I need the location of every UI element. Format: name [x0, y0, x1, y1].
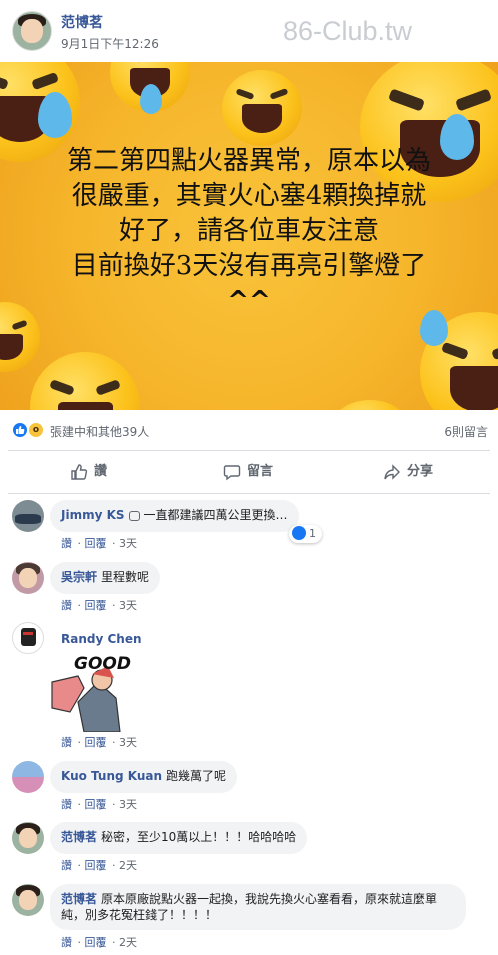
comment-like-link[interactable]: 讚 — [61, 798, 72, 811]
commenter-avatar[interactable] — [12, 884, 44, 916]
comment-bubble: Kuo Tung Kuan 跑幾萬了呢 — [50, 761, 238, 793]
tear-icon — [38, 92, 72, 138]
post-timestamp[interactable]: 9月1日下午12:26 — [61, 35, 159, 52]
comment-meta: 讚 · 回覆 · 3天 — [61, 736, 137, 749]
like-icon — [292, 526, 306, 540]
comment-reply-link[interactable]: 回覆 — [85, 936, 107, 949]
banner-line: ^^ — [227, 286, 271, 316]
banner-line: 第二第四點火器異常，原本以為 — [66, 146, 431, 176]
comment-reply-link[interactable]: 回覆 — [85, 599, 107, 612]
comment-button[interactable]: 留言 — [223, 451, 273, 493]
comment-like-link[interactable]: 讚 — [61, 537, 72, 550]
comment-meta: 讚 · 回覆 · 3天 — [61, 798, 137, 811]
commenter-name[interactable]: Randy Chen — [61, 632, 142, 646]
comment-age[interactable]: 2天 — [119, 859, 137, 872]
sticker-text: GOOD — [74, 654, 131, 674]
comment-text: 秘密，至少10萬以上！！！哈哈哈哈 — [101, 830, 297, 844]
commenter-avatar[interactable] — [12, 822, 44, 854]
reaction-count: 1 — [309, 527, 316, 540]
reaction-summary: o 張建中和其他39人 6則留言 — [0, 410, 498, 450]
commenter-name[interactable]: 范博茗 — [61, 830, 97, 844]
comment-meta: 讚 · 回覆 · 2天 — [61, 859, 137, 872]
comment-like-link[interactable]: 讚 — [61, 859, 72, 872]
comment-age[interactable]: 3天 — [119, 798, 137, 811]
share-button-label: 分享 — [407, 464, 434, 479]
comment-text: 一直都建議四萬公里更換… — [143, 508, 288, 522]
commenter-avatar[interactable] — [12, 562, 44, 594]
comment-button-label: 留言 — [247, 464, 274, 479]
commenter-avatar[interactable] — [12, 500, 44, 532]
thumbs-up-icon — [71, 463, 88, 480]
comment-like-link[interactable]: 讚 — [61, 599, 72, 612]
comment-meta: 讚 · 回覆 · 3天 — [61, 537, 137, 550]
comment-meta: 讚 · 回覆 · 3天 — [61, 599, 137, 612]
author-avatar[interactable] — [12, 11, 52, 51]
comment-age[interactable]: 2天 — [119, 936, 137, 949]
commenter-name[interactable]: Jimmy KS — [61, 508, 125, 522]
post-header: 范博茗 9月1日下午12:26 86-Club.tw — [0, 0, 498, 62]
banner-line: 好了，請各位車友注意 — [118, 216, 379, 246]
like-button[interactable]: 讚 — [70, 451, 107, 493]
wow-icon: o — [27, 421, 45, 439]
laughing-emoji-icon — [30, 352, 140, 410]
laughing-emoji-icon — [330, 400, 410, 410]
comment-reply-link[interactable]: 回覆 — [85, 798, 107, 811]
comment-text: 跑幾萬了呢 — [166, 769, 227, 783]
comment-bubble: 吳宗軒 里程數呢 — [50, 562, 161, 594]
comment-reply-link[interactable]: 回覆 — [85, 859, 107, 872]
comment-like-link[interactable]: 讚 — [61, 936, 72, 949]
tear-icon — [140, 84, 162, 114]
comment-age[interactable]: 3天 — [119, 537, 137, 550]
comment-text: 原本原廠說點火器一起換，我說先換火心塞看看，原來就這麼單純，別多花冤枉錢了！！！… — [61, 892, 438, 922]
banner-text: 第二第四點火器異常，原本以為 很嚴重，其實火心塞4顆換掉就 好了，請各位車友注意… — [0, 144, 498, 319]
comment-reply-link[interactable]: 回覆 — [85, 537, 107, 550]
reaction-summary-text[interactable]: 張建中和其他39人 — [50, 423, 149, 440]
comment-bubble: Jimmy KS 一直都建議四萬公里更換… — [50, 500, 299, 532]
commenter-avatar[interactable] — [12, 761, 44, 793]
comment-age[interactable]: 3天 — [119, 599, 137, 612]
comment-text: 里程數呢 — [101, 570, 150, 584]
banner-line: 目前換好3天沒有再亮引擎燈了 — [71, 251, 427, 281]
action-bar: 讚 留言 分享 — [8, 450, 490, 494]
comment-reply-link[interactable]: 回覆 — [85, 736, 107, 749]
comment-like-link[interactable]: 讚 — [61, 736, 72, 749]
like-button-label: 讚 — [94, 464, 108, 479]
post-author-name[interactable]: 范博茗 — [61, 12, 103, 32]
commenter-name[interactable]: 吳宗軒 — [61, 570, 97, 584]
commenter-name[interactable]: Kuo Tung Kuan — [61, 769, 162, 783]
good-sticker[interactable]: GOOD — [50, 652, 131, 733]
commenter-avatar[interactable] — [12, 622, 44, 654]
laughing-emoji-icon — [222, 70, 302, 146]
comment-bubble: 范博茗 原本原廠說點火器一起換，我說先換火心塞看看，原來就這麼單純，別多花冤枉錢了… — [50, 884, 466, 930]
messenger-icon — [128, 510, 140, 521]
share-button[interactable]: 分享 — [383, 451, 433, 493]
comment-icon — [223, 464, 241, 480]
comment-meta: 讚 · 回覆 · 2天 — [61, 936, 137, 949]
watermark: 86-Club.tw — [282, 16, 412, 46]
commenter-name[interactable]: 范博茗 — [61, 892, 97, 906]
post-image[interactable]: 第二第四點火器異常，原本以為 很嚴重，其實火心塞4顆換掉就 好了，請各位車友注意… — [0, 62, 498, 410]
share-icon — [384, 463, 400, 480]
banner-line: 很嚴重，其實火心塞4顆換掉就 — [71, 181, 427, 211]
comment-age[interactable]: 3天 — [119, 736, 137, 749]
comment-bubble: 范博茗 秘密，至少10萬以上！！！哈哈哈哈 — [50, 822, 308, 854]
comment-reaction-badge[interactable]: 1 — [289, 525, 322, 543]
comment-count[interactable]: 6則留言 — [444, 423, 488, 440]
